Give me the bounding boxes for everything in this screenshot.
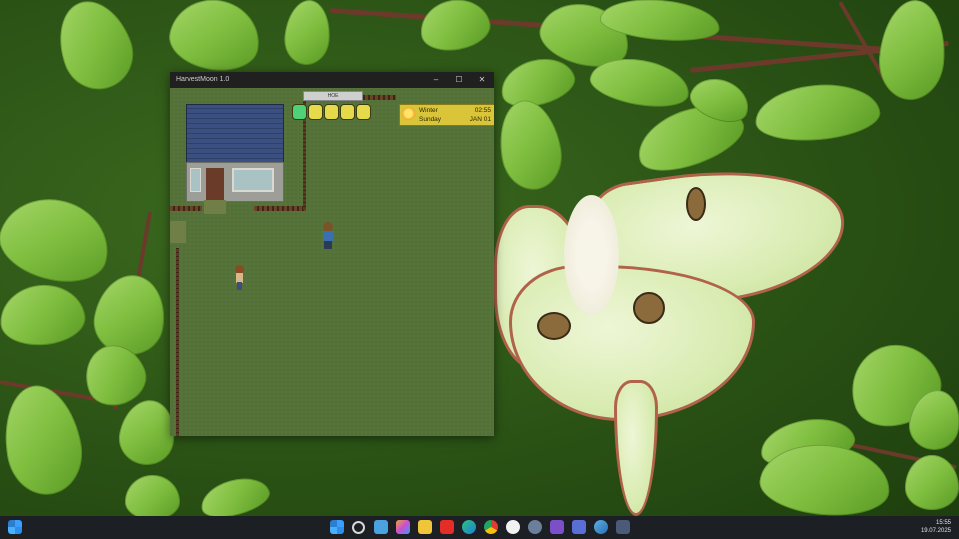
clock-time: 15:55 <box>935 520 951 526</box>
moth-body <box>564 195 619 315</box>
windows-start-icon-center[interactable] <box>330 520 344 534</box>
clock-date: 19.07.2025 <box>920 528 951 534</box>
luna-moth <box>494 153 854 516</box>
farmhouse-door[interactable] <box>206 168 224 200</box>
farmhouse-window <box>190 168 201 192</box>
copilot-icon[interactable] <box>396 520 410 534</box>
moth-eyespot <box>686 187 706 221</box>
wallpaper-leaf <box>0 281 88 349</box>
taskbar-clock[interactable]: 15:55 19.07.2025 <box>921 519 951 535</box>
npc-legs <box>237 282 242 290</box>
farmhouse-roof <box>186 104 284 164</box>
farmhouse-window <box>232 168 274 192</box>
terminal-icon[interactable] <box>616 520 630 534</box>
wallpaper-leaf <box>0 187 119 293</box>
fence <box>254 206 306 211</box>
time-label: 02:55 <box>474 107 491 114</box>
stamina-cell <box>324 104 339 120</box>
close-button[interactable]: ✕ <box>475 74 489 86</box>
wallpaper-leaf <box>125 475 180 516</box>
window-title: HarvestMoon 1.0 <box>176 76 230 83</box>
wallpaper-leaf <box>88 269 172 361</box>
player-body <box>323 231 333 241</box>
day-label: Sunday <box>419 116 442 123</box>
minimize-button[interactable]: – <box>429 74 443 86</box>
yandex-icon[interactable] <box>506 520 520 534</box>
wallpaper-leaf <box>46 0 144 100</box>
wallpaper-leaf <box>416 0 494 56</box>
window-titlebar[interactable]: HarvestMoon 1.0 – ☐ ✕ <box>170 72 494 88</box>
save-icon[interactable] <box>572 520 586 534</box>
windows-start-icon[interactable] <box>8 520 22 534</box>
wallpaper-leaf <box>164 0 266 78</box>
edge-icon[interactable] <box>462 520 476 534</box>
game-window[interactable]: HarvestMoon 1.0 – ☐ ✕ HOE Winter 02:55 S… <box>170 72 494 436</box>
notepad-icon[interactable] <box>374 520 388 534</box>
fence <box>170 206 202 211</box>
moth-eyespot <box>633 292 665 324</box>
file-explorer-icon[interactable] <box>418 520 432 534</box>
date-label: JAN 01 <box>469 116 491 123</box>
game-canvas[interactable]: HOE Winter 02:55 Sunday JAN 01 <box>170 88 494 436</box>
edge-dev-icon[interactable] <box>594 520 608 534</box>
season-label: Winter <box>419 107 438 114</box>
stamina-cell <box>292 104 307 120</box>
sun-icon <box>402 107 415 120</box>
stamina-cell <box>340 104 355 120</box>
moth-eyespot <box>537 312 571 340</box>
dirt-path <box>170 221 186 243</box>
wallpaper-leaf <box>282 0 333 67</box>
stamina-cell <box>308 104 323 120</box>
fence <box>176 248 179 436</box>
fence <box>360 95 396 100</box>
app-icon[interactable] <box>528 520 542 534</box>
search-icon[interactable] <box>352 521 365 534</box>
maximize-button[interactable]: ☐ <box>452 74 466 86</box>
player-legs <box>324 241 332 249</box>
stamina-cell <box>356 104 371 120</box>
wallpaper-leaf <box>875 0 950 103</box>
chrome-icon[interactable] <box>484 520 498 534</box>
player-character[interactable] <box>320 222 336 250</box>
npc-villager[interactable] <box>234 265 246 291</box>
wallpaper-leaf <box>752 79 883 146</box>
tool-badge: HOE <box>303 91 363 101</box>
visual-studio-icon[interactable] <box>550 520 564 534</box>
taskbar: 15:55 19.07.2025 <box>0 516 959 539</box>
wallpaper-leaf <box>196 471 274 516</box>
dirt-path <box>204 200 226 214</box>
youtube-icon[interactable] <box>440 520 454 534</box>
calendar-hud: Winter 02:55 Sunday JAN 01 <box>399 104 494 126</box>
moth-tail <box>614 380 658 516</box>
